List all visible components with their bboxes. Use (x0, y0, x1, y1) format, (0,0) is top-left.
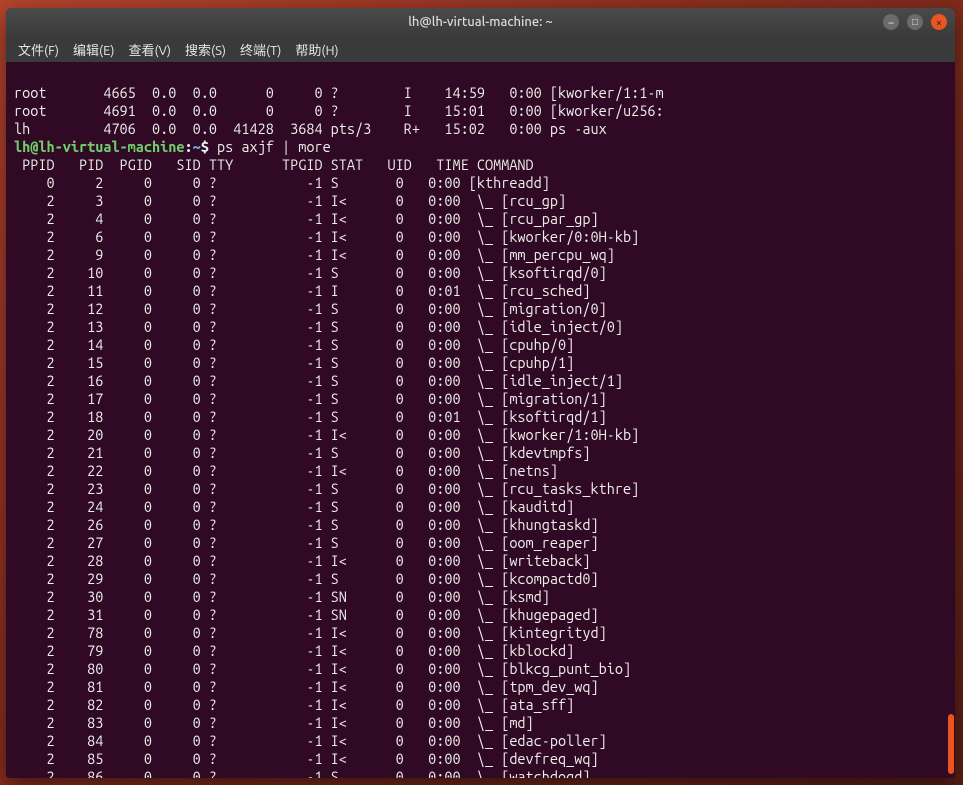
close-button[interactable]: × (931, 14, 947, 30)
terminal-scrollbar[interactable] (947, 62, 955, 778)
menu-view[interactable]: 查看(V) (123, 37, 177, 62)
prompt-line: lh@lh-virtual-machine:~$ ps axjf | more (14, 138, 949, 156)
menu-search[interactable]: 搜索(S) (179, 37, 232, 62)
terminal-window: lh@lh-virtual-machine: ~ – □ × 文件(F) 编辑(… (6, 8, 955, 778)
prompt-userhost: lh@lh-virtual-machine (14, 138, 185, 155)
terminal-output-post: 0 2 0 0 ? -1 S 0 0:00 [kthreadd] 2 3 0 0… (14, 174, 949, 778)
menu-bar: 文件(F) 编辑(E) 查看(V) 搜索(S) 终端(T) 帮助(H) (6, 36, 955, 62)
prompt-dollar: $ (201, 138, 217, 155)
maximize-button[interactable]: □ (907, 14, 923, 30)
menu-edit[interactable]: 编辑(E) (67, 37, 120, 62)
terminal-output-pre: root 4665 0.0 0.0 0 0 ? I 14:59 0:00 [kw… (14, 84, 949, 138)
ps-header: PPID PID PGID SID TTY TPGID STAT UID TIM… (14, 156, 949, 174)
terminal-scrollbar-thumb[interactable] (948, 714, 954, 774)
prompt-sep: : (185, 138, 193, 155)
window-titlebar[interactable]: lh@lh-virtual-machine: ~ – □ × (6, 8, 955, 36)
terminal-viewport[interactable]: root 4665 0.0 0.0 0 0 ? I 14:59 0:00 [kw… (6, 62, 955, 778)
window-title: lh@lh-virtual-machine: ~ (408, 15, 553, 29)
menu-file[interactable]: 文件(F) (12, 37, 65, 62)
prompt-path: ~ (193, 138, 201, 155)
menu-terminal[interactable]: 终端(T) (234, 37, 287, 62)
window-controls: – □ × (883, 14, 947, 30)
prompt-command: ps axjf | more (217, 138, 331, 155)
minimize-button[interactable]: – (883, 14, 899, 30)
menu-help[interactable]: 帮助(H) (289, 37, 344, 62)
